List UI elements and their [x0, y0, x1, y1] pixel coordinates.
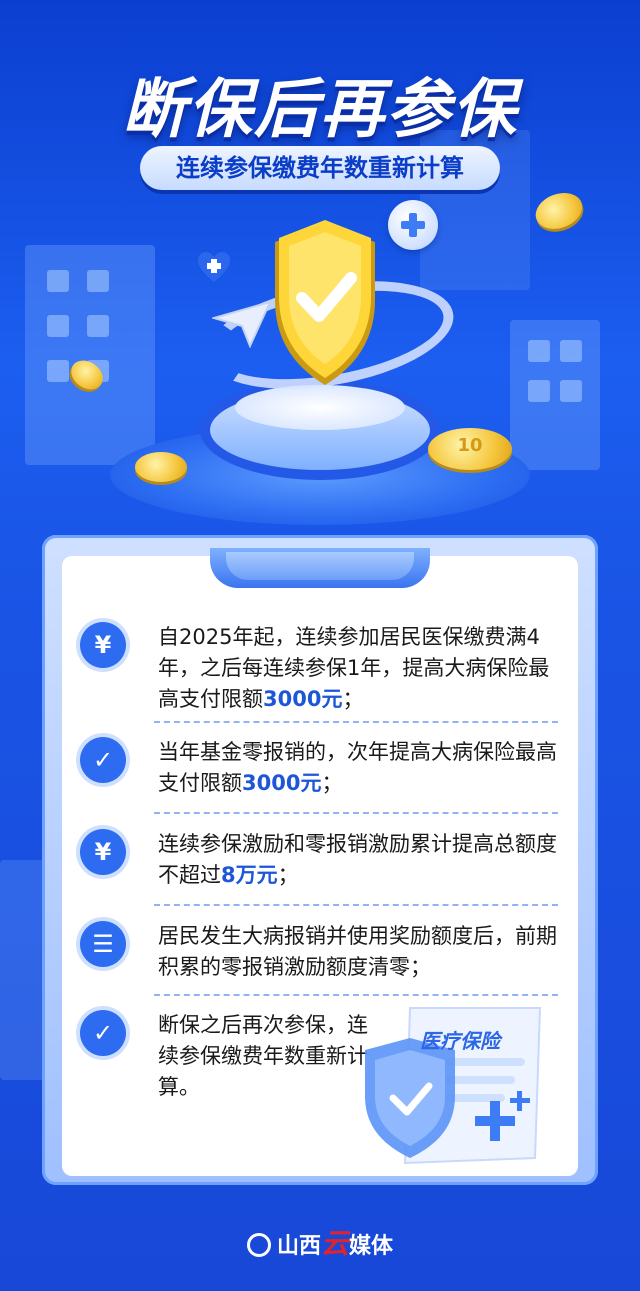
coin-stack-right: 10 — [428, 428, 512, 470]
brand-name-part: 山西 — [276, 1233, 321, 1259]
list-item-text: 当年基金零报销的，次年提高大病保险最高支付限额3000元； — [158, 740, 557, 795]
platform-top — [235, 385, 405, 430]
divider — [154, 721, 558, 723]
arrow-cursor-icon — [212, 300, 272, 348]
page-subtitle: 连续参保缴费年数重新计算 — [140, 146, 500, 190]
plus-bubble-icon — [388, 200, 438, 250]
heart-plus-icon — [198, 252, 230, 282]
brand-name-accent: 云 — [320, 1227, 349, 1260]
brand-logo-icon — [246, 1233, 271, 1257]
list-item-text: 连续参保激励和零报销激励累计提高总额度不超过8万元； — [158, 832, 557, 887]
yuan-icon: ¥ — [80, 622, 126, 668]
footer-brand: 山西云媒体 — [0, 1222, 640, 1262]
hero-illustration: 10 — [0, 186, 640, 550]
coin-top-right — [530, 186, 588, 236]
list-item-highlight: 3000元 — [242, 771, 322, 795]
check-icon: ✓ — [80, 737, 126, 783]
page-title: 断保后再参保 — [122, 73, 518, 147]
brand-name-part: 媒体 — [349, 1233, 394, 1259]
list-item-highlight: 3000元 — [263, 687, 343, 711]
insurance-document-label: 医疗保险 — [420, 1029, 500, 1053]
check-icon: ✓ — [80, 1010, 126, 1056]
list-item-text: 断保之后再次参保，连续参保缴费年数重新计算。 — [158, 1013, 368, 1099]
shield-check-icon — [275, 220, 375, 385]
list-item-text: 自2025年起，连续参加居民医保缴费满4年，之后每连续参保1年，提高大病保险最高… — [158, 625, 550, 711]
card-top-tab-inner — [226, 552, 414, 580]
coin-left — [65, 354, 109, 396]
list-item-highlight: 8万元 — [221, 863, 278, 887]
coin-bottom-left — [135, 452, 187, 482]
divider — [154, 904, 558, 906]
document-icon: ☰ — [80, 921, 126, 967]
yuan-icon: ¥ — [80, 829, 126, 875]
divider — [154, 812, 558, 814]
divider — [154, 994, 558, 996]
list-item-text: 居民发生大病报销并使用奖励额度后，前期积累的零报销激励额度清零； — [158, 924, 557, 979]
